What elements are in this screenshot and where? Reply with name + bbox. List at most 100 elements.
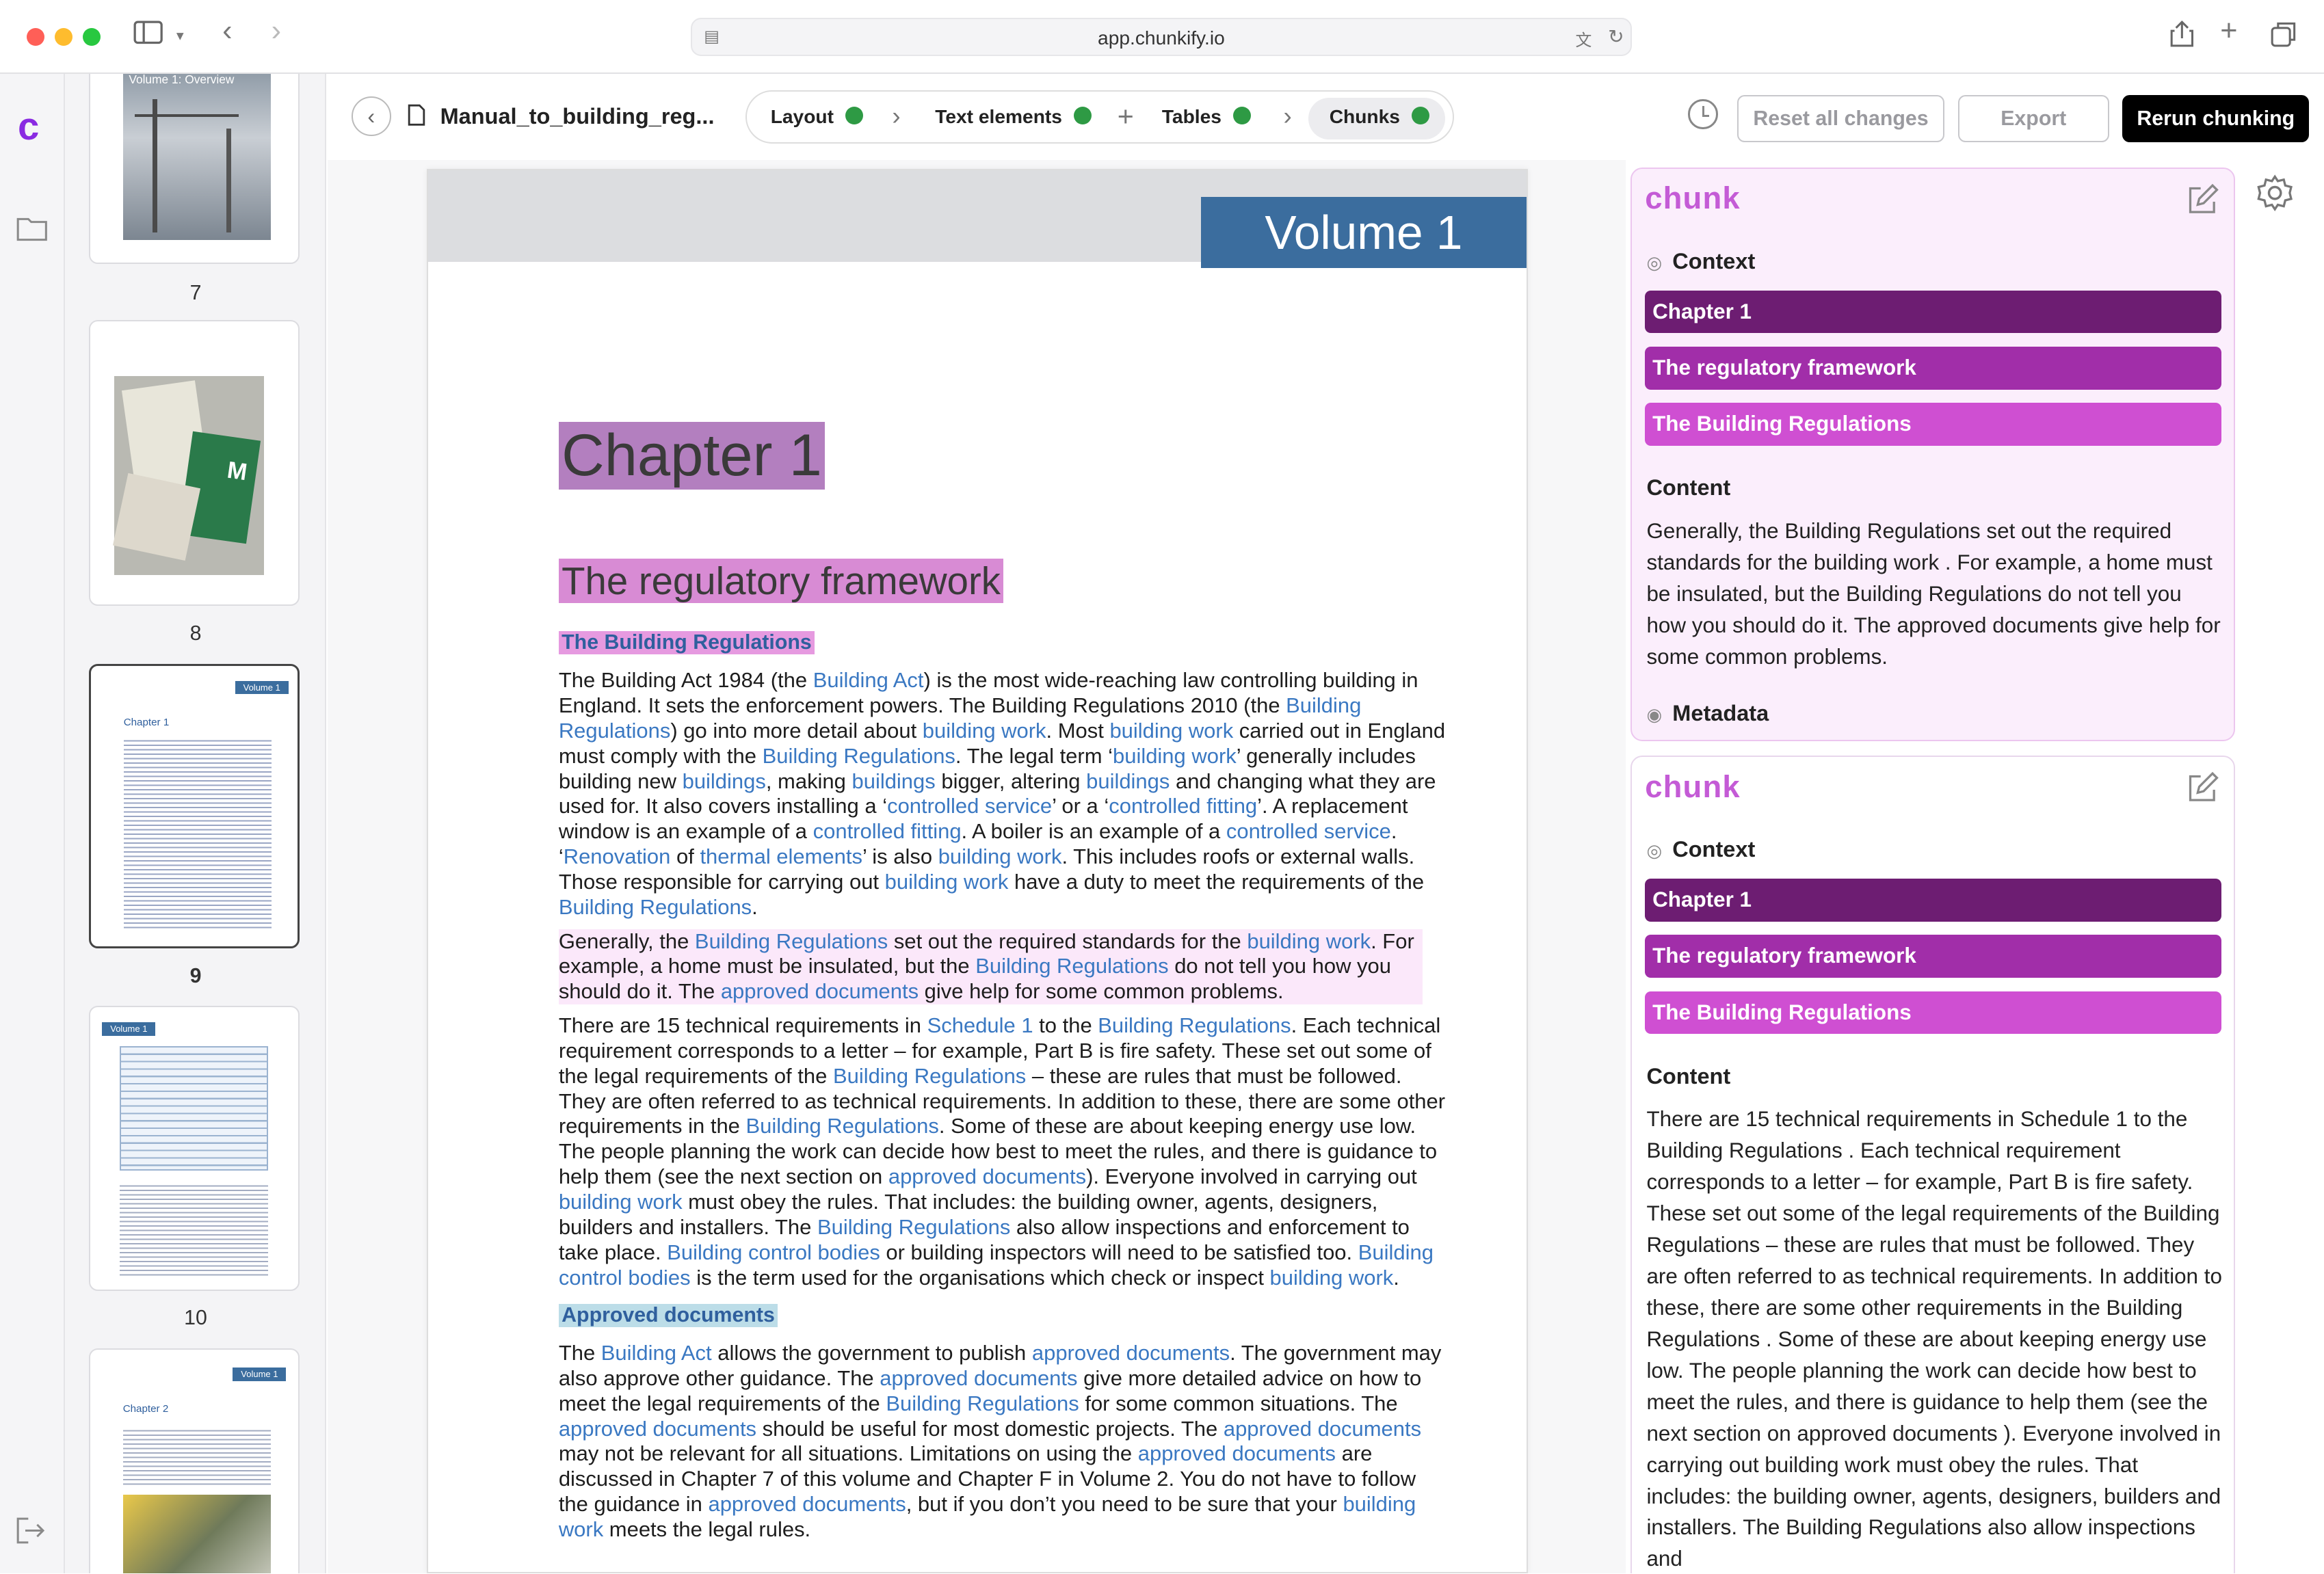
glossary-link[interactable]: approved documents bbox=[1224, 1417, 1421, 1441]
glossary-link[interactable]: Building Regulations bbox=[833, 1064, 1026, 1088]
step-tables[interactable]: Tables bbox=[1162, 105, 1252, 128]
chunk-content[interactable]: Generally, the Building Regulations set … bbox=[1646, 516, 2224, 673]
reset-all-changes-button[interactable]: Reset all changes bbox=[1737, 94, 1945, 143]
back-button[interactable]: ‹ bbox=[351, 96, 392, 137]
edit-icon[interactable] bbox=[2186, 771, 2219, 812]
glossary-link[interactable]: approved documents bbox=[708, 1492, 906, 1516]
glossary-link[interactable]: approved documents bbox=[559, 1417, 756, 1441]
metadata-label[interactable]: ◉ Metadata bbox=[1646, 701, 1769, 726]
chapter-heading[interactable]: Chapter 1 bbox=[558, 422, 826, 490]
paragraph-approved-documents[interactable]: The Building Act allows the government t… bbox=[559, 1341, 1448, 1543]
glossary-link[interactable]: Building Regulations bbox=[1098, 1013, 1291, 1037]
page-thumbnail-11[interactable]: Volume 1 Chapter 2 bbox=[89, 1348, 300, 1574]
glossary-link[interactable]: buildings bbox=[683, 769, 766, 793]
glossary-link[interactable]: building work bbox=[1270, 1266, 1394, 1290]
rerun-chunking-button[interactable]: Rerun chunking bbox=[2122, 94, 2310, 143]
glossary-link[interactable]: Building control bodies bbox=[667, 1240, 880, 1264]
glossary-link[interactable]: approved documents bbox=[1138, 1441, 1336, 1465]
glossary-link[interactable]: buildings bbox=[852, 769, 936, 793]
chunks-panel: chunk ◎ Context Chapter 1 The regulatory … bbox=[1630, 167, 2235, 1574]
glossary-link[interactable]: Renovation bbox=[564, 844, 671, 868]
chunk-card[interactable]: chunk ◎ Context Chapter 1 The regulatory … bbox=[1630, 756, 2235, 1574]
page-thumbnail-9[interactable]: Volume 1 Chapter 1 bbox=[89, 663, 300, 948]
glossary-link[interactable]: building work bbox=[938, 844, 1062, 868]
paragraph-text: for some common situations. The bbox=[1079, 1391, 1398, 1415]
chunk-card[interactable]: chunk ◎ Context Chapter 1 The regulatory … bbox=[1630, 167, 2235, 741]
forward-arrow-icon[interactable]: › bbox=[272, 16, 281, 46]
address-bar[interactable]: ▤ app.chunkify.io 文 ↻ bbox=[690, 18, 1632, 57]
edit-icon[interactable] bbox=[2186, 183, 2219, 224]
glossary-link[interactable]: building work bbox=[559, 1190, 683, 1214]
app-logo[interactable]: c bbox=[18, 104, 39, 148]
glossary-link[interactable]: Building Regulations bbox=[746, 1114, 939, 1138]
sidebar-toggle-icon[interactable] bbox=[133, 21, 163, 52]
step-chunks[interactable]: Chunks bbox=[1330, 105, 1430, 128]
back-arrow-icon[interactable]: ‹ bbox=[222, 16, 232, 46]
export-button[interactable]: Export bbox=[1957, 94, 2109, 143]
glossary-link[interactable]: controlled fitting bbox=[1109, 794, 1257, 818]
glossary-link[interactable]: controlled fitting bbox=[813, 819, 962, 843]
page-thumbnail-7[interactable]: Volume 1: Overview bbox=[89, 74, 300, 264]
section-heading[interactable]: The regulatory framework bbox=[558, 558, 1004, 603]
glossary-link[interactable]: building work bbox=[1247, 929, 1371, 953]
paragraph-text: or building inspectors will need to be s… bbox=[880, 1240, 1358, 1264]
step-layout[interactable]: Layout bbox=[771, 105, 864, 128]
context-label[interactable]: ◎ Context bbox=[1646, 249, 1755, 274]
page-thumbnail-8[interactable]: M bbox=[89, 320, 300, 606]
paragraph-building-act[interactable]: The Building Act 1984 (the Building Act)… bbox=[559, 668, 1448, 920]
approved-documents-heading[interactable]: Approved documents bbox=[558, 1303, 778, 1327]
folder-icon[interactable] bbox=[16, 216, 48, 248]
glossary-link[interactable]: Building Regulations bbox=[886, 1391, 1079, 1415]
chevron-down-icon[interactable]: ▾ bbox=[176, 21, 184, 50]
translate-icon[interactable]: 文 bbox=[1575, 27, 1592, 51]
paragraph-technical-requirements[interactable]: There are 15 technical requirements in S… bbox=[559, 1013, 1448, 1290]
history-icon[interactable] bbox=[1688, 99, 1718, 129]
glossary-link[interactable]: Building Regulations bbox=[559, 895, 752, 919]
glossary-link[interactable]: controlled service bbox=[887, 794, 1052, 818]
subsection-heading[interactable]: The Building Regulations bbox=[558, 630, 815, 654]
tab-overview-icon[interactable] bbox=[2271, 21, 2297, 55]
glossary-link[interactable]: thermal elements bbox=[700, 844, 862, 868]
zoom-window-button[interactable] bbox=[83, 28, 101, 46]
close-window-button[interactable] bbox=[27, 28, 44, 46]
glossary-link[interactable]: Building Act bbox=[813, 668, 924, 692]
glossary-link[interactable]: Building Regulations bbox=[695, 929, 888, 953]
step-text-elements[interactable]: Text elements bbox=[935, 105, 1092, 128]
eye-off-icon[interactable]: ◎ bbox=[1646, 252, 1662, 273]
glossary-link[interactable]: controlled service bbox=[1226, 819, 1391, 843]
glossary-link[interactable]: building work bbox=[1113, 744, 1237, 768]
paragraph-text: Generally, the bbox=[558, 929, 695, 953]
file-name: Manual_to_building_reg... bbox=[440, 103, 715, 129]
glossary-link[interactable]: building work bbox=[885, 870, 1009, 894]
new-tab-icon[interactable]: + bbox=[2220, 16, 2237, 46]
glossary-link[interactable]: buildings bbox=[1086, 769, 1170, 793]
settings-gear-icon[interactable] bbox=[2256, 174, 2294, 221]
plus-icon[interactable]: + bbox=[1118, 101, 1134, 133]
url-text: app.chunkify.io bbox=[1098, 26, 1225, 49]
glossary-link[interactable]: building work bbox=[923, 719, 1046, 743]
glossary-link[interactable]: Building Regulations bbox=[817, 1215, 1010, 1239]
glossary-link[interactable]: approved documents bbox=[888, 1164, 1086, 1188]
chunk-content[interactable]: There are 15 technical requirements in S… bbox=[1646, 1104, 2224, 1573]
content-label: Content bbox=[1646, 475, 1731, 501]
glossary-link[interactable]: building work bbox=[1109, 719, 1233, 743]
minimize-window-button[interactable] bbox=[55, 28, 73, 46]
glossary-link[interactable]: Building Regulations bbox=[975, 954, 1168, 978]
share-icon[interactable] bbox=[2170, 21, 2194, 55]
glossary-link[interactable]: Schedule 1 bbox=[927, 1013, 1033, 1037]
context-label[interactable]: ◎ Context bbox=[1646, 837, 1755, 862]
glossary-link[interactable]: Building Act bbox=[601, 1341, 712, 1365]
glossary-link[interactable]: approved documents bbox=[1032, 1341, 1230, 1365]
thumbnail-text-lines bbox=[123, 736, 272, 930]
page-thumbnail-10[interactable]: Volume 1 bbox=[89, 1006, 300, 1291]
logout-icon[interactable] bbox=[16, 1517, 46, 1551]
glossary-link[interactable]: Building Regulations bbox=[763, 744, 955, 768]
glossary-link[interactable]: approved documents bbox=[721, 979, 919, 1003]
paragraph-text: may not be relevant for all situations. … bbox=[558, 1441, 1138, 1466]
paragraph-highlighted-chunk[interactable]: Generally, the Building Regulations set … bbox=[558, 929, 1423, 1005]
reload-icon[interactable]: ↻ bbox=[1608, 25, 1624, 48]
eye-icon[interactable]: ◉ bbox=[1646, 704, 1662, 725]
glossary-link[interactable]: approved documents bbox=[880, 1366, 1077, 1390]
status-dot bbox=[1412, 106, 1430, 124]
eye-off-icon[interactable]: ◎ bbox=[1646, 840, 1662, 861]
